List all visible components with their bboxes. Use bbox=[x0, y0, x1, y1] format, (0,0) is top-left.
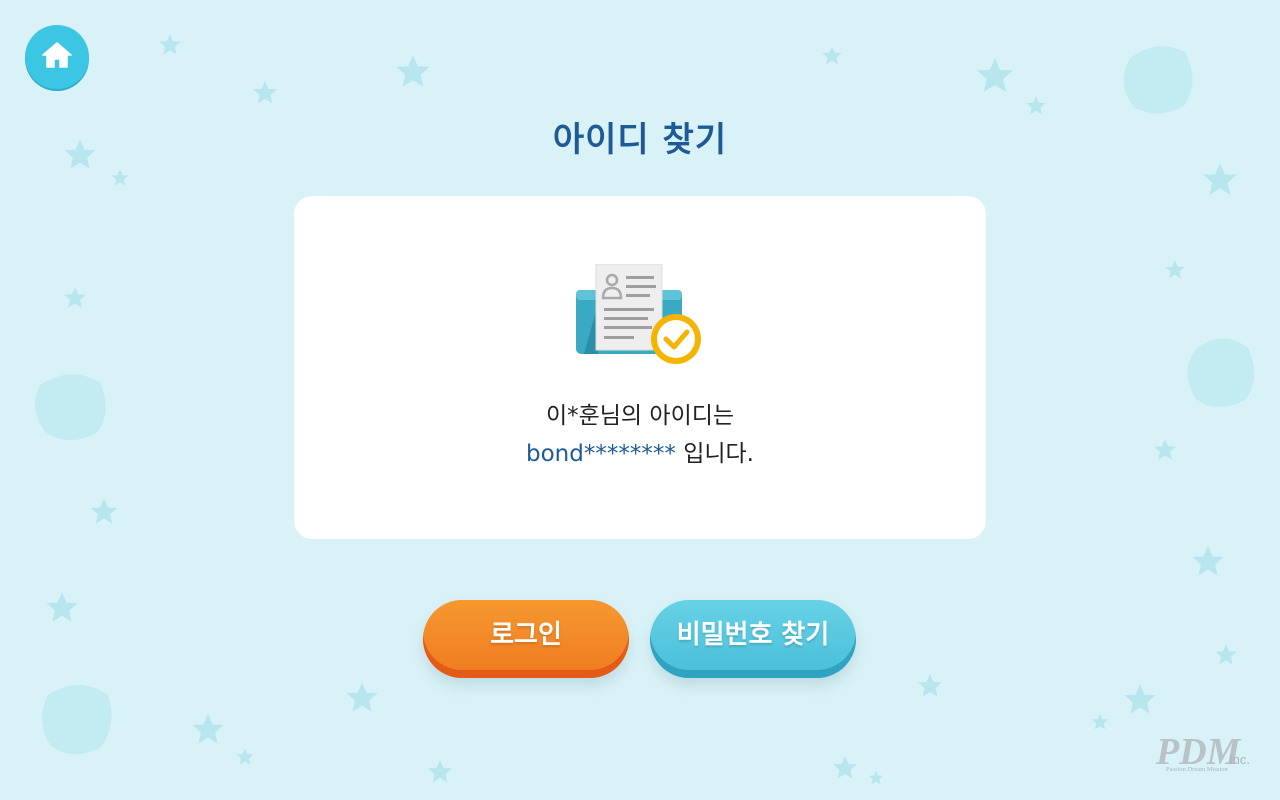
home-button[interactable] bbox=[25, 25, 89, 89]
company-logo: PDM Inc. Passion Dream Mission bbox=[1155, 730, 1256, 778]
logo-suffix: Inc. bbox=[1229, 752, 1250, 767]
logo-tagline: Passion Dream Mission bbox=[1166, 766, 1229, 773]
result-message: 이*훈님의 아이디는 bbox=[545, 403, 735, 429]
page-title: 아이디 찾기 bbox=[552, 120, 728, 160]
find-password-button[interactable]: 비밀번호 찾기 bbox=[650, 600, 856, 678]
home-icon bbox=[41, 40, 73, 74]
document-check-icon bbox=[576, 263, 706, 372]
masked-user-id: bond******** bbox=[526, 441, 676, 467]
login-button[interactable]: 로그인 bbox=[423, 600, 629, 678]
result-card: 이*훈님의 아이디는 bond******** 입니다. bbox=[294, 196, 986, 539]
result-id-line: bond******** 입니다. bbox=[294, 434, 986, 468]
result-suffix: 입니다. bbox=[683, 441, 754, 467]
